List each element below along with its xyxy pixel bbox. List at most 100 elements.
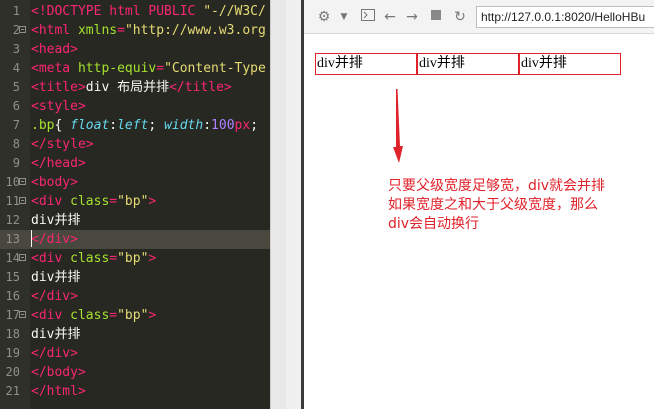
line-number: 8 bbox=[12, 137, 20, 151]
code-line[interactable]: 7 .bp{ float:left; width:100px; bbox=[0, 116, 270, 135]
code-line[interactable]: 5 <title>div 布局并排</title> bbox=[0, 78, 270, 97]
code-token: div并排 bbox=[31, 327, 81, 342]
code-text: <meta http-equiv="Content-Type bbox=[31, 59, 266, 78]
code-token: </div> bbox=[31, 289, 78, 304]
code-line[interactable]: 2 <html xmlns="http://www.w3.org bbox=[0, 21, 270, 40]
code-line[interactable]: 11 <div class="bp"> bbox=[0, 192, 270, 211]
code-text: div并排 bbox=[31, 268, 80, 287]
code-line[interactable]: 14 <div class="bp"> bbox=[0, 249, 270, 268]
code-line[interactable]: 20 </body> bbox=[0, 363, 270, 382]
fold-toggle-icon[interactable] bbox=[19, 178, 26, 185]
code-line[interactable]: 21 </html> bbox=[0, 382, 270, 401]
fold-toggle-icon[interactable] bbox=[19, 26, 26, 33]
code-token: <div bbox=[31, 308, 71, 323]
console-icon[interactable] bbox=[360, 9, 376, 25]
code-token: = bbox=[109, 194, 118, 209]
text-cursor bbox=[31, 230, 32, 247]
code-line[interactable]: 16 </div> bbox=[0, 287, 270, 306]
fold-toggle-icon[interactable] bbox=[19, 197, 26, 204]
fold-toggle-icon[interactable] bbox=[19, 254, 26, 261]
code-token: class bbox=[70, 251, 110, 266]
code-text: </div> bbox=[31, 287, 78, 306]
code-editor[interactable]: 1 <!DOCTYPE html PUBLIC "-//W3C/2 <html xm… bbox=[0, 0, 270, 409]
code-token: <div bbox=[31, 251, 71, 266]
code-line[interactable]: 13 </div> bbox=[0, 230, 270, 249]
code-text: <title>div 布局并排</title> bbox=[31, 78, 232, 97]
code-token: http-equiv bbox=[77, 61, 157, 76]
code-text: .bp{ float:left; width:100px; bbox=[31, 116, 258, 135]
code-token: > bbox=[148, 194, 157, 209]
code-token: "bp" bbox=[117, 194, 149, 209]
code-token: </html> bbox=[31, 384, 86, 399]
code-text: <!DOCTYPE html PUBLIC "-//W3C/ bbox=[31, 2, 266, 21]
line-number: 13 bbox=[5, 232, 20, 246]
code-text: <head> bbox=[31, 40, 78, 59]
code-text: </style> bbox=[31, 135, 94, 154]
code-line[interactable]: 3 <head> bbox=[0, 40, 270, 59]
code-token: 100 bbox=[211, 118, 235, 133]
line-number: 11 bbox=[5, 194, 20, 208]
code-text: <body> bbox=[31, 173, 78, 192]
code-line[interactable]: 6 <style> bbox=[0, 97, 270, 116]
code-token: <meta bbox=[31, 61, 78, 76]
code-text: </div> bbox=[31, 230, 78, 249]
code-token: ; bbox=[250, 118, 259, 133]
address-bar[interactable]: http://127.0.0.1:8020/HelloHBu bbox=[476, 6, 654, 28]
code-token: = bbox=[109, 251, 118, 266]
arrow-down-icon bbox=[393, 89, 403, 163]
code-token: px bbox=[234, 118, 251, 133]
gear-icon[interactable]: ⚙ bbox=[316, 9, 332, 25]
line-number: 14 bbox=[5, 251, 20, 265]
annotation-line-1: 只要父级宽度足够宽，div就会并排 bbox=[388, 178, 606, 194]
code-token: > bbox=[148, 251, 157, 266]
code-line[interactable]: 9 </head> bbox=[0, 154, 270, 173]
line-number: 20 bbox=[5, 365, 20, 379]
code-token: "http://www.w3.org bbox=[124, 23, 266, 38]
code-token: <style> bbox=[31, 99, 86, 114]
code-text: </body> bbox=[31, 363, 86, 382]
code-line[interactable]: 12 div并排 bbox=[0, 211, 270, 230]
code-text: </div> bbox=[31, 344, 78, 363]
code-token: = bbox=[156, 61, 165, 76]
code-token: : bbox=[109, 118, 118, 133]
code-token: > bbox=[148, 308, 157, 323]
code-token: class bbox=[70, 308, 110, 323]
code-line[interactable]: 19 </div> bbox=[0, 344, 270, 363]
code-token: width bbox=[164, 118, 204, 133]
code-token: class bbox=[70, 194, 110, 209]
caret-down-icon[interactable]: ▼ bbox=[336, 9, 352, 25]
code-token: </head> bbox=[31, 156, 86, 171]
code-line[interactable]: 18 div并排 bbox=[0, 325, 270, 344]
code-line[interactable]: 17 <div class="bp"> bbox=[0, 306, 270, 325]
code-token: = bbox=[117, 23, 125, 38]
code-token: </div> bbox=[31, 232, 78, 247]
float-box-3: div并排 bbox=[519, 53, 621, 75]
line-number: 17 bbox=[5, 308, 20, 322]
code-token: div并排 bbox=[31, 270, 81, 285]
code-token: "-//W3C/ bbox=[203, 4, 266, 19]
arrow-left-icon[interactable]: ← bbox=[382, 9, 398, 25]
arrow-right-icon[interactable]: → bbox=[404, 9, 420, 25]
code-token: <html bbox=[31, 23, 78, 38]
code-line[interactable]: 8 </style> bbox=[0, 135, 270, 154]
code-line[interactable]: 1 <!DOCTYPE html PUBLIC "-//W3C/ bbox=[0, 2, 270, 21]
code-token: </title> bbox=[169, 80, 232, 95]
fold-toggle-icon[interactable] bbox=[19, 311, 26, 318]
browser-toolbar: ⚙ ▼ ← → ↻ http://127.0.0.1:8020/HelloHBu bbox=[304, 0, 654, 34]
editor-scrollbar[interactable] bbox=[270, 0, 286, 409]
code-token: </style> bbox=[31, 137, 94, 152]
code-token: ; bbox=[148, 118, 165, 133]
code-token: : bbox=[203, 118, 212, 133]
code-token: { bbox=[54, 118, 71, 133]
code-line[interactable]: 4 <meta http-equiv="Content-Type bbox=[0, 59, 270, 78]
code-line[interactable]: 10 <body> bbox=[0, 173, 270, 192]
line-number: 15 bbox=[5, 270, 20, 284]
code-text: <div class="bp"> bbox=[31, 192, 156, 211]
annotation-text: 只要父级宽度足够宽，div就会并排 如果宽度之和大于父级宽度，那么 div会自动… bbox=[388, 177, 644, 234]
code-text: <html xmlns="http://www.w3.org bbox=[31, 21, 266, 40]
stop-icon[interactable] bbox=[428, 9, 444, 25]
line-number: 21 bbox=[5, 384, 20, 398]
code-token: <title> bbox=[31, 80, 86, 95]
code-line[interactable]: 15 div并排 bbox=[0, 268, 270, 287]
refresh-icon[interactable]: ↻ bbox=[452, 9, 468, 25]
